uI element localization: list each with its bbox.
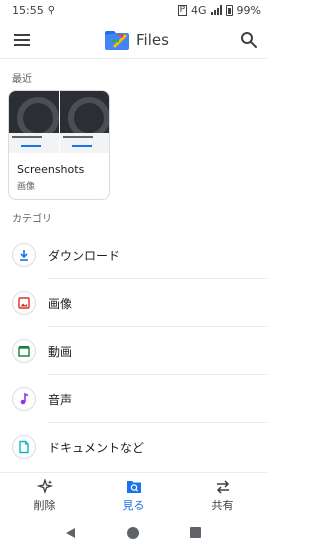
clean-icon — [36, 479, 53, 495]
recents-icon[interactable] — [190, 527, 201, 538]
nav-clean[interactable]: 削除 — [0, 473, 89, 517]
signal-icon — [210, 5, 222, 15]
recent-card-title: Screenshots — [17, 163, 85, 176]
categories-section-label: カテゴリ — [12, 214, 52, 225]
usb-icon: ⚲ — [47, 4, 56, 16]
search-icon — [241, 32, 257, 48]
audio-icon — [12, 387, 36, 411]
category-downloads[interactable]: ダウンロード — [0, 231, 267, 279]
nav-browse[interactable]: 見る — [89, 473, 178, 517]
home-icon[interactable] — [127, 527, 139, 539]
thumbnail-image — [9, 91, 59, 153]
browse-icon — [126, 481, 141, 493]
recent-section-label: 最近 — [12, 74, 32, 85]
app-bar: Files — [0, 22, 267, 58]
search-button[interactable] — [237, 28, 261, 52]
battery-icon — [225, 4, 233, 16]
category-label: 動画 — [48, 345, 73, 359]
nav-share[interactable]: 共有 — [178, 473, 267, 517]
category-images[interactable]: 画像 — [0, 279, 267, 327]
video-icon — [12, 339, 36, 363]
thumbnail-image — [58, 91, 109, 153]
system-navigation — [0, 518, 267, 550]
battery-level: 99% — [236, 3, 261, 17]
status-time: 15:55 — [12, 3, 44, 17]
category-videos[interactable]: 動画 — [0, 327, 267, 375]
back-icon[interactable] — [64, 527, 76, 539]
bottom-navigation: 削除 見る 共有 — [0, 472, 267, 517]
nav-label: 共有 — [211, 499, 234, 512]
image-icon — [12, 291, 36, 315]
document-icon — [12, 435, 36, 459]
app-bar-divider — [0, 58, 267, 59]
nav-label: 見る — [122, 499, 145, 512]
network-type: 4G — [191, 3, 207, 17]
recent-thumbnails — [9, 91, 109, 153]
status-bar: 15:55 ⚲ P 4G 99% — [0, 0, 267, 20]
download-icon — [12, 243, 36, 267]
share-icon — [216, 480, 229, 494]
category-documents[interactable]: ドキュメントなど — [0, 423, 267, 471]
recent-card-screenshots[interactable]: Screenshots 画像 — [8, 90, 110, 200]
category-label: ダウンロード — [48, 249, 121, 263]
nav-label: 削除 — [33, 499, 56, 512]
nfc-icon: P — [177, 4, 188, 16]
app-title: Files — [136, 31, 169, 49]
category-label: 音声 — [48, 393, 73, 407]
recent-card-subtitle: 画像 — [17, 182, 36, 192]
category-label: 画像 — [48, 297, 73, 311]
category-label: ドキュメントなど — [48, 441, 145, 455]
menu-icon — [14, 34, 30, 36]
menu-button[interactable] — [10, 28, 34, 52]
category-audio[interactable]: 音声 — [0, 375, 267, 423]
files-logo-icon — [105, 31, 129, 50]
